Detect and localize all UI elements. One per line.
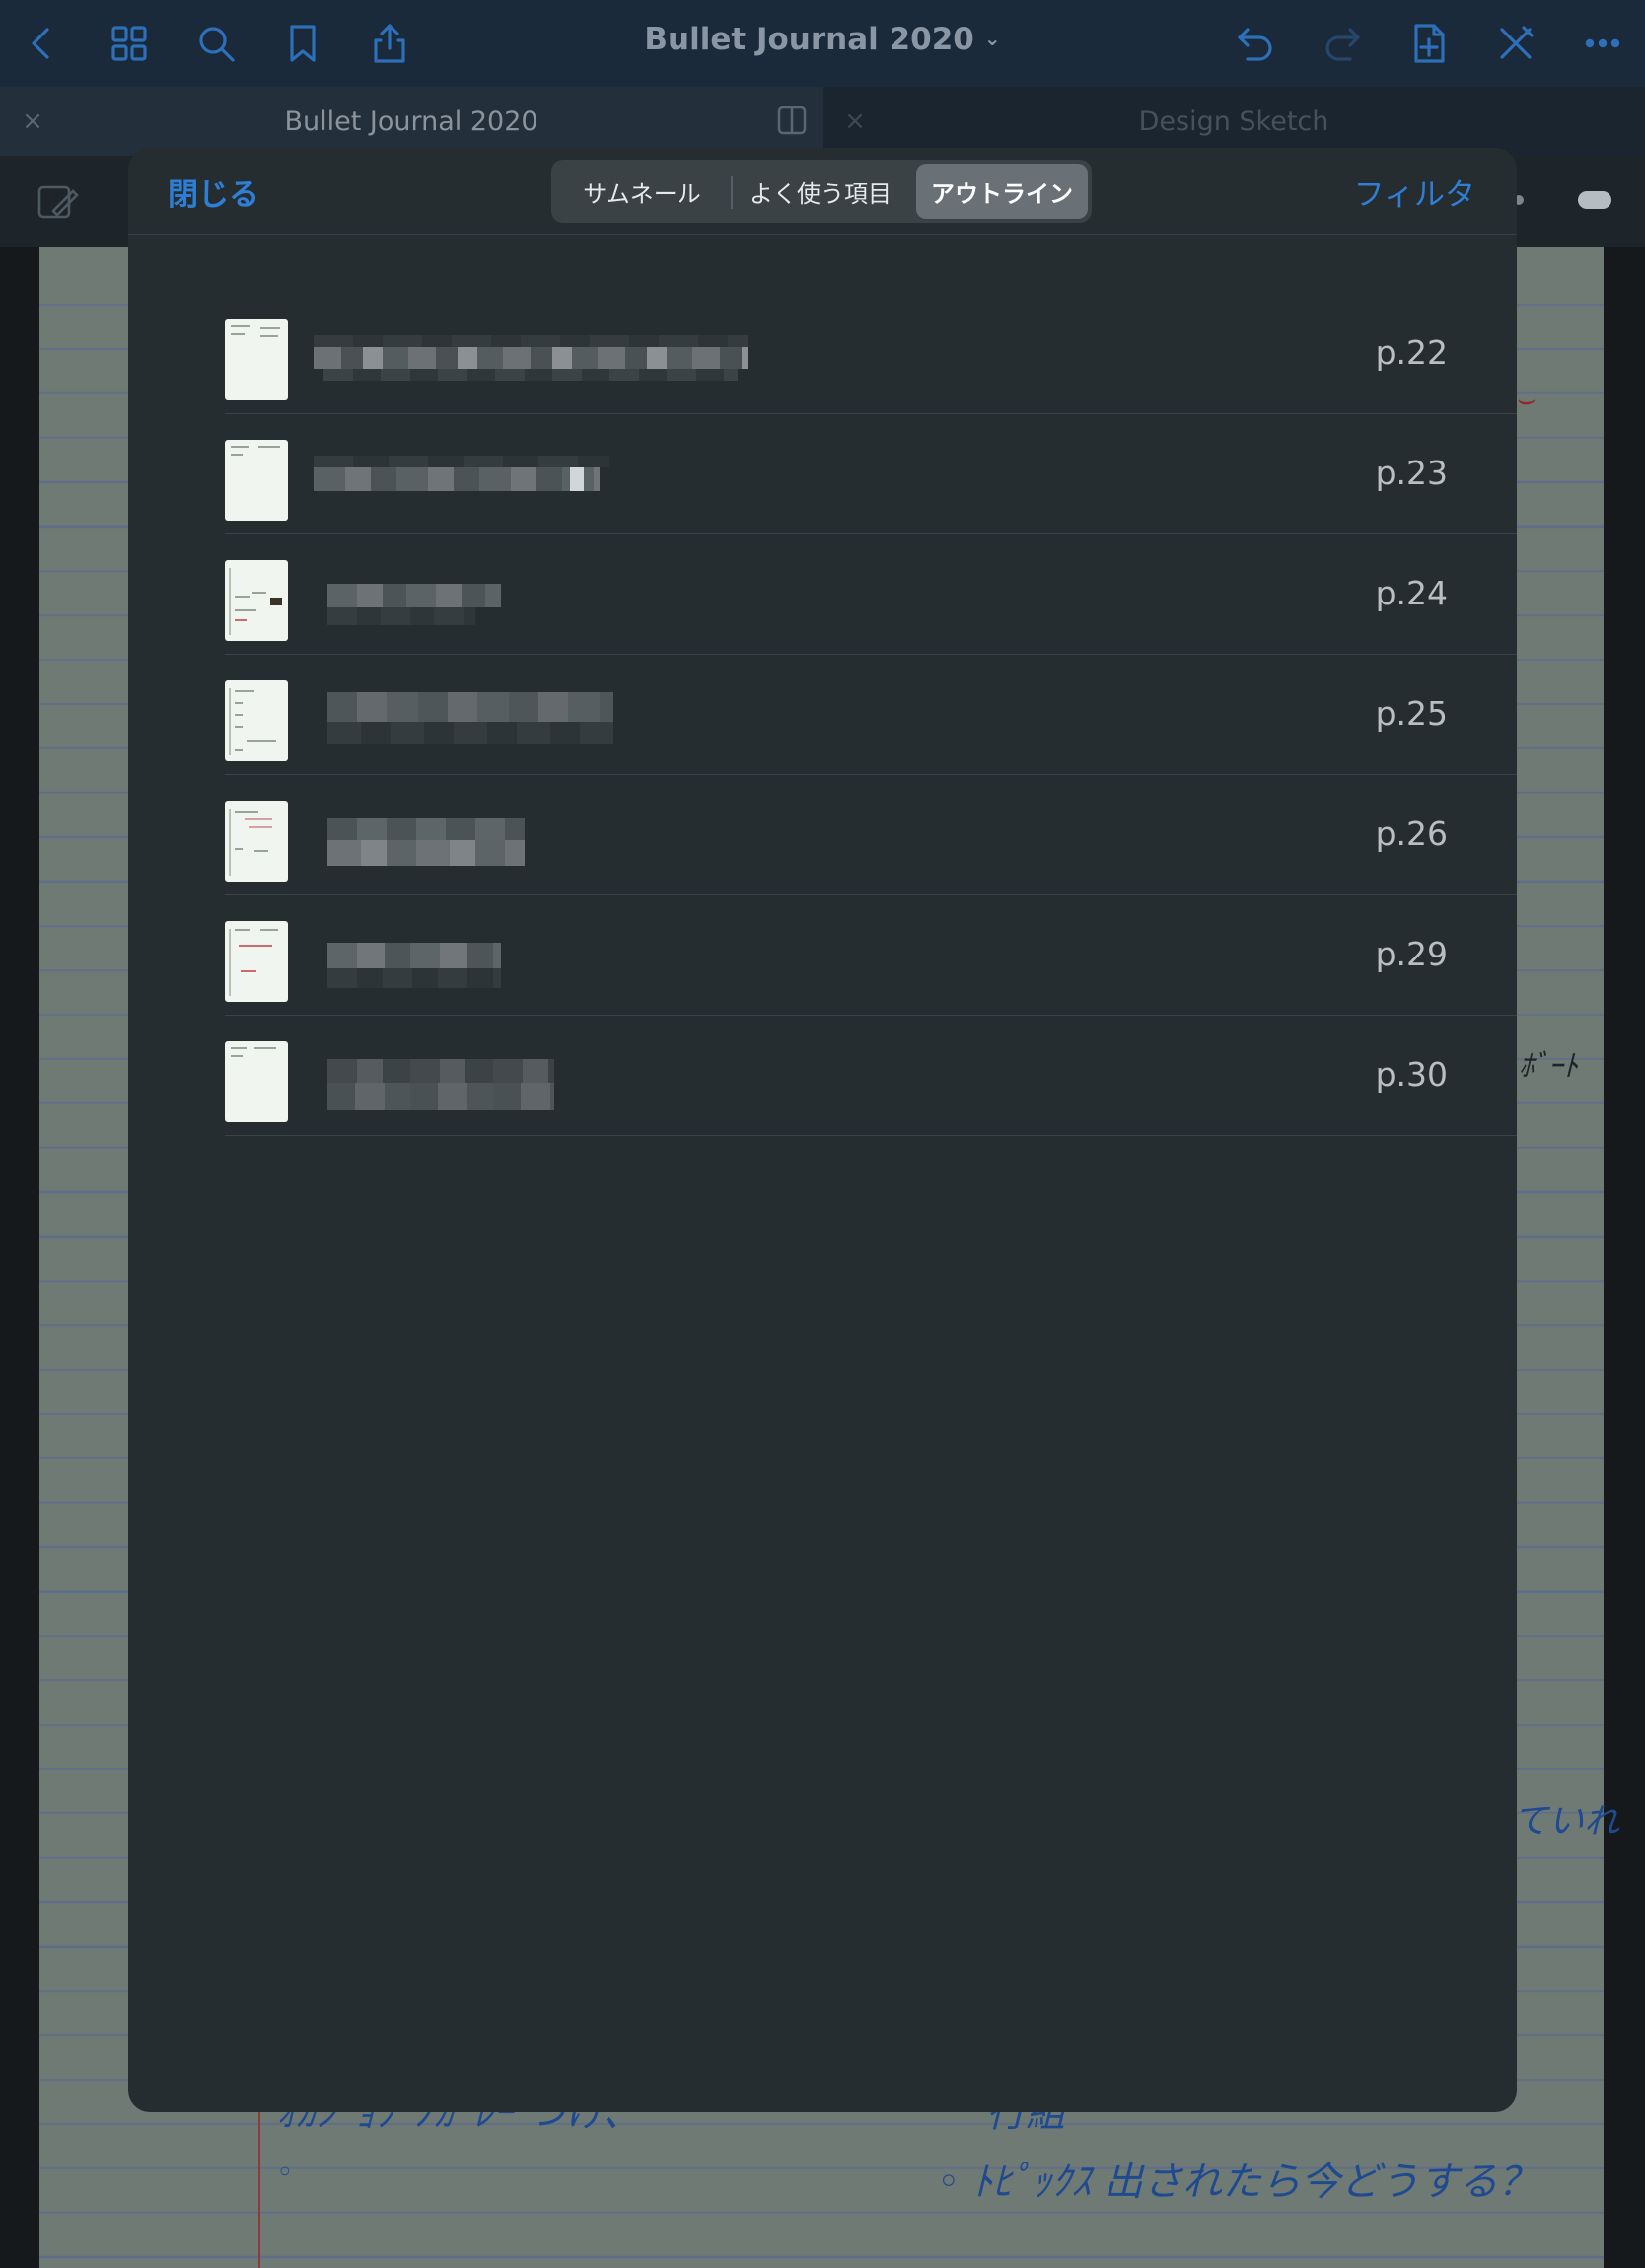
outline-title-redacted: [327, 1055, 604, 1110]
outline-row[interactable]: p.25: [225, 655, 1517, 775]
top-toolbar: Bullet Journal 2020 ⌄: [0, 0, 1645, 87]
filter-button[interactable]: フィルタ: [1354, 170, 1475, 214]
segment-favorites[interactable]: よく使う項目: [731, 164, 910, 219]
page-thumbnail: [225, 801, 288, 882]
document-title[interactable]: Bullet Journal 2020 ⌄: [0, 22, 1645, 57]
outline-title-redacted: [327, 574, 544, 625]
tab-close-icon[interactable]: ×: [840, 106, 870, 136]
outline-page-number: p.26: [1375, 815, 1448, 853]
stroke-width-icon[interactable]: [1578, 191, 1611, 209]
segment-thumbnails[interactable]: サムネール: [555, 164, 729, 219]
pen-off-icon[interactable]: [1486, 14, 1545, 73]
outline-title-redacted: [327, 676, 623, 755]
close-button[interactable]: 閉じる: [168, 170, 259, 214]
modal-header: 閉じる サムネール よく使う項目 アウトライン フィルタ: [128, 148, 1517, 235]
more-icon[interactable]: [1573, 14, 1632, 73]
outline-row[interactable]: p.26: [225, 775, 1517, 895]
page-thumbnail: [225, 921, 288, 1002]
page-thumbnail: [225, 440, 288, 521]
page-thumbnail: [225, 1041, 288, 1122]
split-view-icon[interactable]: [775, 104, 809, 137]
outline-title-redacted: [314, 333, 748, 385]
segment-outline[interactable]: アウトライン: [916, 164, 1088, 219]
outline-page-number: p.29: [1375, 935, 1448, 973]
handwriting-text: ◦ ﾄﾋﾟｯｸｽ 出されたら今どうする？: [937, 2160, 1538, 2205]
outline-page-number: p.30: [1375, 1055, 1448, 1094]
handwriting-text: ◦: [276, 2156, 294, 2190]
tab-design-sketch[interactable]: × Design Sketch: [822, 87, 1645, 156]
outline-title-redacted: [327, 935, 544, 988]
outline-title-redacted: [327, 815, 574, 866]
add-page-icon[interactable]: [1399, 14, 1459, 73]
outline-page-number: p.23: [1375, 454, 1448, 492]
outline-list: p.22 p.23 p.24 p.25 p.26 p.29 p.30: [225, 294, 1517, 1136]
outline-row[interactable]: p.29: [225, 895, 1517, 1016]
page-thumbnail: [225, 560, 288, 641]
document-title-text: Bullet Journal 2020: [644, 22, 974, 57]
tab-bar: × Bullet Journal 2020 × Design Sketch: [0, 87, 1645, 156]
view-segmented-control: サムネール よく使う項目 アウトライン: [551, 160, 1092, 223]
chevron-down-icon: ⌄: [983, 27, 1001, 50]
redo-icon[interactable]: [1313, 14, 1372, 73]
page-thumbnail: [225, 319, 288, 400]
outline-row[interactable]: p.24: [225, 534, 1517, 655]
outline-page-number: p.24: [1375, 574, 1448, 612]
tab-close-icon[interactable]: ×: [18, 106, 47, 136]
outline-row[interactable]: p.30: [225, 1016, 1517, 1136]
handwriting-mark: ⌣: [1515, 383, 1535, 417]
handwriting-text: ていれ: [1513, 1802, 1620, 1842]
handwriting-text: ﾎﾞｰﾄ: [1519, 1049, 1578, 1084]
outline-page-number: p.22: [1375, 333, 1448, 372]
undo-icon[interactable]: [1226, 14, 1285, 73]
outline-title-redacted: [314, 454, 609, 505]
outline-row[interactable]: p.22: [225, 294, 1517, 414]
outline-modal: 閉じる サムネール よく使う項目 アウトライン フィルタ p.22 p.23 p…: [128, 148, 1517, 2112]
outline-row[interactable]: p.23: [225, 414, 1517, 534]
read-only-icon[interactable]: [34, 177, 81, 225]
tab-label: Bullet Journal 2020: [284, 106, 538, 137]
page-thumbnail: [225, 680, 288, 761]
tab-label: Design Sketch: [1138, 106, 1329, 137]
tab-bullet-journal[interactable]: × Bullet Journal 2020: [0, 87, 822, 156]
outline-page-number: p.25: [1375, 694, 1448, 733]
